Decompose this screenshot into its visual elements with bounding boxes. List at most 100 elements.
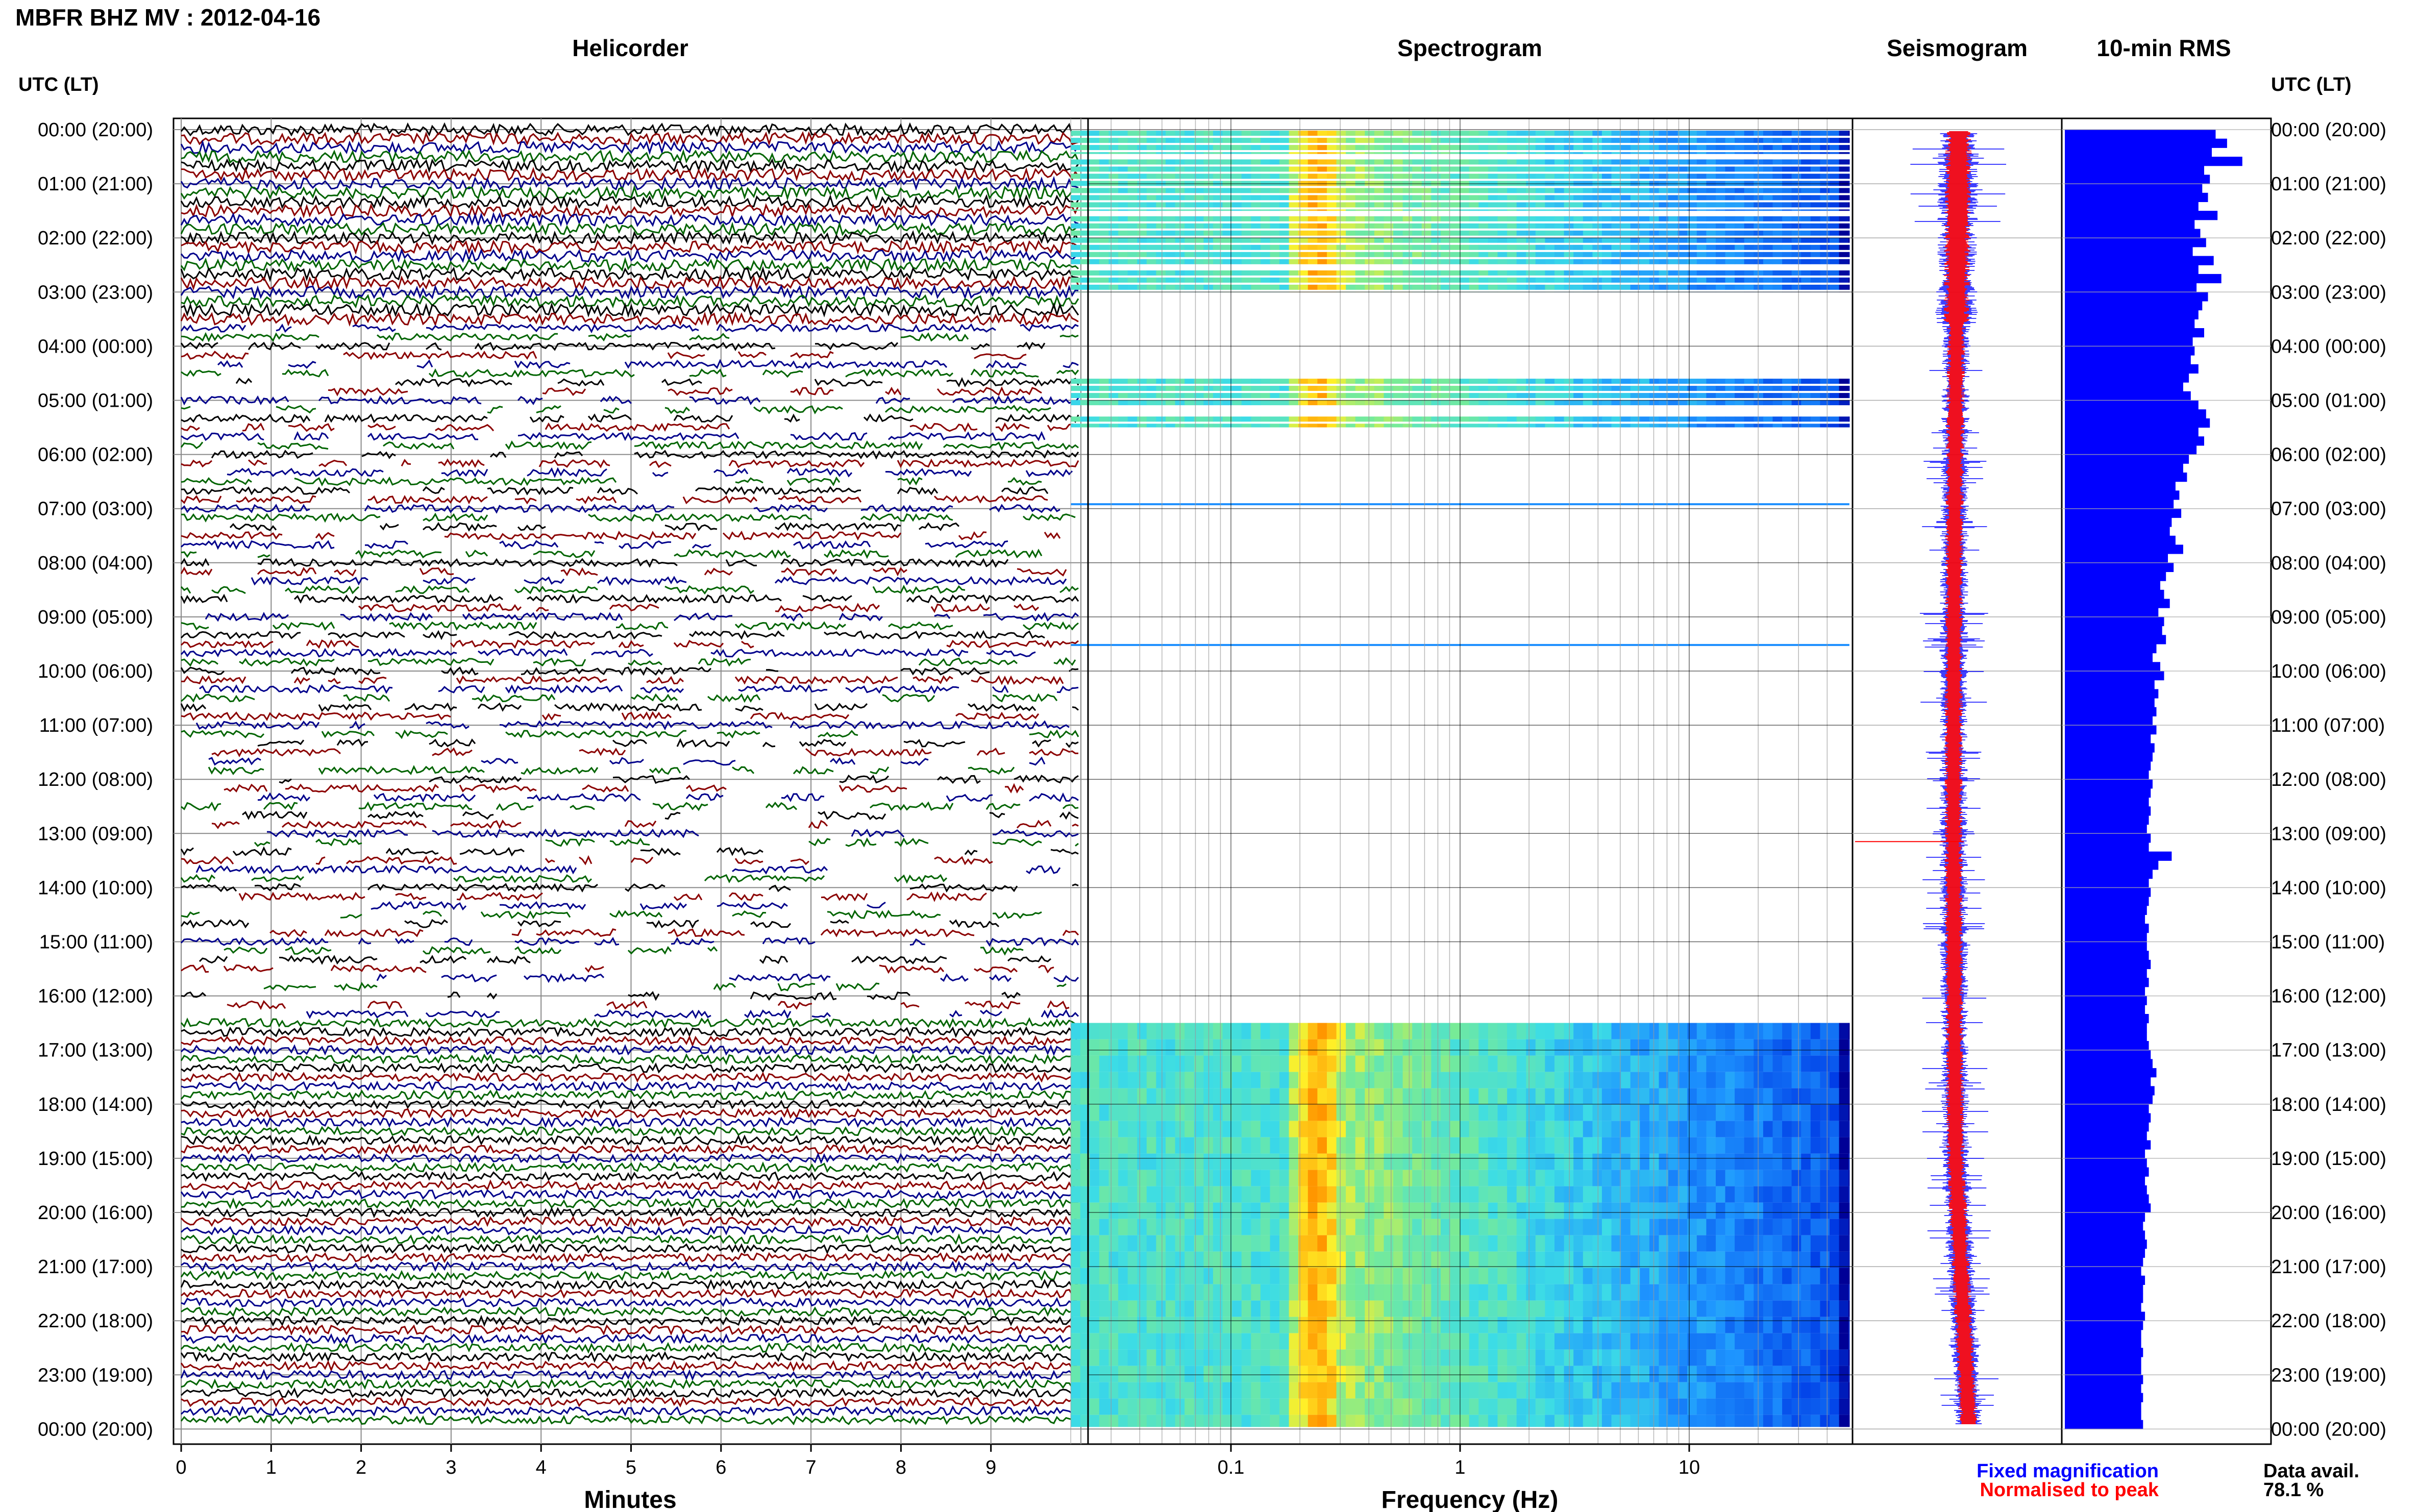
spectrogram-cell [1384,209,1394,211]
spectrogram-cell [1118,173,1128,179]
spectrogram-cell [1213,1349,1223,1366]
spectrogram-cell [1677,1219,1688,1235]
rms-bar [2065,473,2187,482]
spectrogram-cell [1830,145,1840,151]
spectrogram-cell [1241,1055,1251,1072]
spectrogram-cell [1450,379,1460,384]
spectrogram-cell [1545,209,1555,211]
spectrogram-cell [1441,145,1451,151]
spectrogram-cell [1782,1186,1792,1203]
spectrogram-cell [1402,1039,1413,1056]
spectrogram-cell [1232,400,1242,406]
spectrogram-cell [1621,1023,1631,1039]
spectrogram-cell [1090,1055,1100,1072]
spectrogram-cell [1668,1300,1679,1317]
spectrogram-cell [1649,1382,1660,1399]
spectrogram-cell [1327,259,1337,264]
spectrogram-x-tick-label: 0.1 [1218,1457,1245,1478]
spectrogram-cell [1336,237,1346,243]
spectrogram-cell [1307,424,1318,428]
spectrogram-cell [1545,1251,1555,1268]
spectrogram-cell [1450,1284,1460,1301]
spectrogram-cell [1488,1039,1498,1056]
spectrogram-cell [1118,202,1128,208]
spectrogram-cell [1839,202,1849,208]
spectrogram-cell [1583,216,1593,221]
spectrogram-cell [1592,131,1602,136]
spectrogram-cell [1526,159,1536,165]
spectrogram-cell [1365,1088,1375,1105]
spectrogram-cell [1156,1104,1166,1121]
spectrogram-cell [1640,1415,1650,1427]
spectrogram-cell [1307,1349,1318,1366]
spectrogram-cell [1744,1055,1754,1072]
spectrogram-cell [1621,379,1631,384]
spectrogram-cell [1099,416,1109,422]
spectrogram-cell [1460,1202,1470,1219]
spectrogram-cell [1706,244,1716,250]
spectrogram-cell [1241,209,1251,211]
spectrogram-cell [1346,1300,1356,1317]
spectrogram-cell [1725,1055,1735,1072]
spectrogram-cell [1279,1251,1290,1268]
spectrogram-cell [1497,1104,1508,1121]
spectrogram-cell [1355,284,1365,290]
spectrogram-cell [1554,277,1565,283]
spectrogram-cell [1289,252,1299,257]
spectrogram-cell [1488,400,1498,406]
spectrogram-cell [1554,223,1565,229]
spectrogram-cell [1365,1268,1375,1284]
time-tick-label-left: 14:00 (10:00) [38,877,153,899]
spectrogram-cell [1782,166,1792,172]
spectrogram-cell [1611,1235,1621,1252]
spectrogram-cell [1118,416,1128,422]
spectrogram-cell [1441,1366,1451,1382]
rms-bar [2065,508,2182,518]
spectrogram-cell [1696,1300,1707,1317]
spectrogram-cell [1166,230,1176,236]
spectrogram-cell [1402,424,1413,428]
panel-title-spectrogram: Spectrogram [1397,35,1542,61]
spectrogram-cell [1441,277,1451,283]
spectrogram-cell [1279,416,1290,422]
spectrogram-cell [1412,1415,1422,1427]
spectrogram-cell [1649,259,1660,264]
spectrogram-cell [1441,1251,1451,1268]
spectrogram-cell [1184,1088,1195,1105]
spectrogram-cell [1469,152,1479,154]
spectrogram-cell [1374,1202,1385,1219]
spectrogram-cell [1649,209,1660,211]
spectrogram-cell [1365,379,1375,384]
spectrogram-cell [1621,1219,1631,1235]
spectrogram-cell [1497,1186,1508,1203]
spectrogram-cell [1336,188,1346,193]
spectrogram-cell [1412,379,1422,384]
spectrogram-cell [1241,1349,1251,1366]
spectrogram-cell [1127,138,1138,143]
spectrogram-cell [1184,1023,1195,1039]
spectrogram-cell [1384,159,1394,165]
spectrogram-cell [1564,1398,1574,1415]
spectrogram-cell [1108,1137,1119,1154]
spectrogram-cell [1260,416,1271,422]
spectrogram-cell [1848,1023,1850,1039]
spectrogram-cell [1772,1415,1783,1427]
spectrogram-cell [1782,1088,1792,1105]
rms-bar [2065,562,2174,572]
spectrogram-cell [1478,277,1489,283]
spectrogram-cell [1507,131,1517,136]
spectrogram-cell [1791,259,1801,264]
spectrogram-cell [1184,173,1195,179]
spectrogram-cell [1735,1284,1745,1301]
spectrogram-cell [1431,1333,1441,1350]
spectrogram-cell [1772,1121,1783,1137]
spectrogram-cell [1355,138,1365,143]
spectrogram-cell [1156,1317,1166,1333]
spectrogram-cell [1744,416,1754,422]
spectrogram-cell [1478,166,1489,172]
rms-bar [2065,400,2199,410]
spectrogram-cell [1412,1333,1422,1350]
spectrogram-cell [1677,131,1688,136]
spectrogram-cell [1820,1251,1830,1268]
spectrogram-cell [1412,1300,1422,1317]
